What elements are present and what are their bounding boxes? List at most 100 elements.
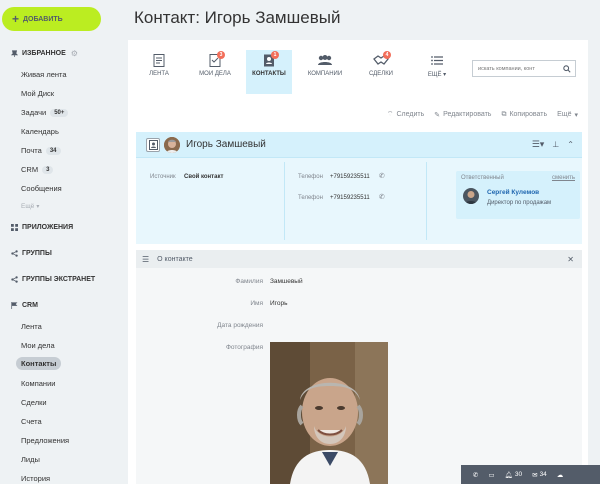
bell-icon: 🔔︎ — [504, 471, 513, 479]
phone-value[interactable]: +79159235511 — [330, 174, 370, 180]
sidebar-item-more[interactable]: Ещё ▾ — [21, 203, 39, 210]
sidebar-item-label: Почта — [21, 146, 42, 155]
search-input[interactable] — [478, 65, 563, 72]
section-favorites[interactable]: ИЗБРАННОЕ ⚙ — [11, 49, 78, 58]
sidebar-item-label: Лиды — [21, 455, 40, 464]
pin-icon[interactable]: ⊥ — [552, 140, 559, 149]
source-label: Источник — [150, 174, 176, 180]
tab-deals[interactable]: 4 СДЕЛКИ — [358, 50, 404, 94]
cloud-icon[interactable]: ☁ — [557, 471, 564, 479]
crm-item-quotes[interactable]: Предложения — [21, 436, 69, 445]
crm-item-leads[interactable]: Лиды — [21, 455, 40, 464]
notifications-count: 30 — [514, 471, 523, 478]
section-apps[interactable]: ПРИЛОЖЕНИЯ — [11, 224, 73, 231]
sidebar-item-calendar[interactable]: Календарь — [21, 127, 59, 136]
edit-button[interactable]: ✎ Редактировать — [434, 111, 491, 119]
about-title: О контакте — [157, 255, 193, 263]
gear-icon[interactable]: ⚙ — [71, 49, 78, 58]
search-box — [472, 60, 576, 77]
section-groups[interactable]: ГРУППЫ — [11, 250, 52, 257]
phone-call-icon[interactable]: ✆ — [379, 172, 385, 180]
mail-button[interactable]: ✉ 34 — [532, 471, 547, 479]
responsible-box: Ответственный сменить Сергей Кулемов Дир… — [456, 171, 580, 219]
people-icon — [318, 55, 332, 65]
pin-icon — [11, 50, 18, 57]
phone-call-icon[interactable]: ✆ — [379, 193, 385, 201]
crm-item-activities[interactable]: Мои дела — [21, 341, 55, 350]
tab-companies[interactable]: КОМПАНИИ — [302, 50, 348, 94]
crm-item-deals[interactable]: Сделки — [21, 398, 47, 407]
copy-button[interactable]: ⧉ Копировать — [501, 111, 547, 119]
phone-value[interactable]: +79159235511 — [330, 195, 370, 201]
chat-icon[interactable]: ▭ — [488, 471, 494, 479]
sidebar-item-tasks[interactable]: Задачи 50+ — [21, 108, 69, 117]
section-apps-label: ПРИЛОЖЕНИЯ — [22, 224, 74, 231]
close-icon[interactable]: ✕ — [567, 255, 574, 264]
edit-label: Редактировать — [443, 111, 492, 118]
change-responsible-link[interactable]: сменить — [552, 175, 575, 181]
menu-icon[interactable]: ☰▾ — [532, 139, 545, 150]
sidebar-item-label: CRM — [21, 165, 39, 174]
divider — [284, 162, 285, 240]
more-actions-button[interactable]: Ещё ▾ — [557, 111, 578, 119]
responsible-name[interactable]: Сергей Кулемов — [487, 189, 539, 196]
sidebar-item-disk[interactable]: Мой Диск — [21, 89, 54, 98]
sidebar-item-label: Контакты — [21, 359, 57, 368]
section-extranet-label: ГРУППЫ ЭКСТРАНЕТ — [22, 276, 96, 283]
tab-activities[interactable]: 3 МОИ ДЕЛА — [192, 50, 238, 94]
contact-name: Игорь Замшевый — [186, 139, 266, 150]
share-icon — [11, 276, 18, 283]
sidebar-item-label: Сообщения — [21, 184, 62, 193]
chevron-up-icon[interactable]: ⌃ — [567, 140, 574, 149]
tab-feed[interactable]: ЛЕНТА — [136, 50, 182, 94]
tab-more-label: ЕЩЁ — [427, 72, 442, 78]
crm-item-invoices[interactable]: Счета — [21, 417, 42, 426]
search-icon[interactable] — [563, 64, 571, 73]
tab-more[interactable]: ЕЩЁ ▾ — [414, 50, 460, 94]
crm-item-contacts[interactable]: Контакты — [16, 357, 62, 370]
sidebar: + ДОБАВИТЬ ИЗБРАННОЕ ⚙ Живая лента Мой Д… — [0, 0, 126, 484]
flag-icon — [11, 302, 18, 309]
chevron-down-icon: ▾ — [36, 204, 40, 210]
tab-contacts[interactable]: 1 КОНТАКТЫ — [246, 50, 292, 94]
drag-handle-icon[interactable]: ☰ — [142, 255, 149, 264]
field-label: Дата рождения — [217, 322, 263, 329]
follow-button[interactable]: ⌔ Следить — [387, 110, 424, 119]
about-section: ☰ О контакте ✕ Фамилия Замшевый Имя Игор… — [136, 250, 582, 484]
follow-label: Следить — [396, 111, 425, 118]
section-extranet[interactable]: ГРУППЫ ЭКСТРАНЕТ — [11, 276, 95, 283]
page-title: Контакт: Игорь Замшевый — [134, 8, 341, 27]
share-icon — [11, 250, 18, 257]
section-groups-label: ГРУППЫ — [22, 250, 52, 257]
contact-photo[interactable] — [270, 342, 388, 484]
crm-item-history[interactable]: История — [21, 474, 50, 483]
notifications-button[interactable]: 🔔︎ 30 — [505, 471, 523, 479]
contact-card-icon — [146, 137, 160, 152]
tab-label: СДЕЛКИ — [368, 71, 393, 77]
header-controls: ☰▾ ⊥ ⌃ — [532, 139, 574, 150]
copy-icon: ⧉ — [501, 110, 507, 118]
wifi-icon: ⌔ — [386, 111, 394, 118]
sidebar-item-messages[interactable]: Сообщения — [21, 184, 62, 193]
copy-label: Копировать — [509, 111, 548, 118]
sidebar-item-label: Живая лента — [21, 70, 67, 79]
deals-counter: 4 — [383, 51, 391, 59]
sidebar-item-crm[interactable]: CRM 3 — [21, 165, 54, 174]
section-crm[interactable]: CRM — [11, 302, 38, 309]
mail-icon: ✉ — [532, 471, 538, 479]
contacts-counter: 1 — [271, 51, 279, 59]
crm-item-companies[interactable]: Компании — [21, 379, 55, 388]
sidebar-item-feed[interactable]: Живая лента — [21, 70, 67, 79]
add-button[interactable]: + ДОБАВИТЬ — [2, 7, 101, 31]
mail-count: 34 — [539, 471, 547, 478]
sidebar-item-label: Задачи — [21, 108, 47, 117]
responsible-position: Директор по продажам — [487, 200, 552, 206]
crm-item-feed[interactable]: Лента — [21, 322, 42, 331]
sidebar-item-mail[interactable]: Почта 34 — [21, 146, 61, 155]
mail-badge: 34 — [45, 146, 61, 155]
sidebar-item-label: Счета — [21, 417, 42, 426]
tab-label: КОНТАКТЫ — [252, 71, 286, 77]
phone-icon[interactable]: ✆ — [473, 471, 478, 479]
status-bar: ✆ ▭ 🔔︎ 30 ✉ 34 ☁ — [461, 465, 600, 484]
responsible-label: Ответственный — [461, 175, 504, 181]
